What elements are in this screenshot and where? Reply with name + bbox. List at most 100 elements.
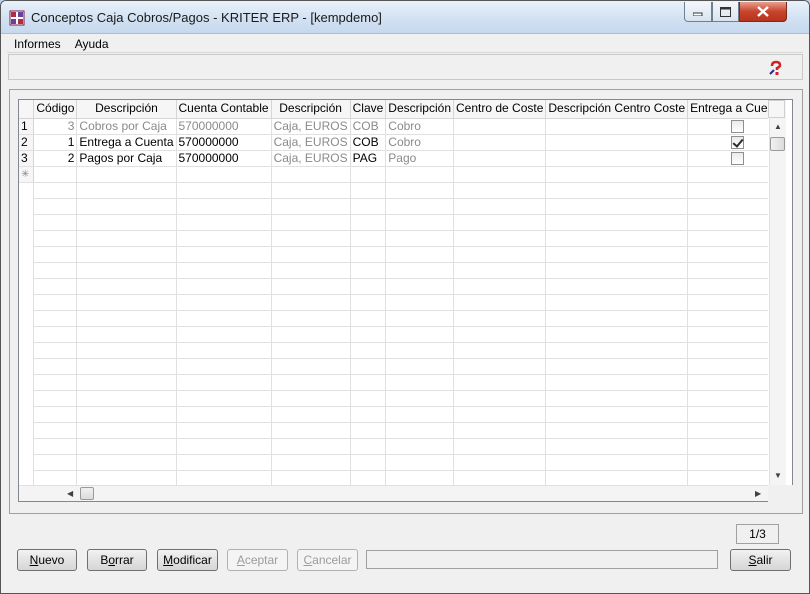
scroll-up-icon[interactable]: ▲ (774, 122, 782, 131)
aceptar-button[interactable]: Aceptar (227, 549, 288, 571)
modificar-button[interactable]: Modificar (157, 549, 218, 571)
empty-cell (687, 406, 768, 423)
empty-cell (33, 422, 78, 439)
cell-cuenta-contable[interactable]: 570000000 (176, 118, 272, 135)
empty-cell (350, 246, 387, 263)
cell-codigo[interactable]: 3 (33, 118, 78, 135)
empty-cell (453, 214, 547, 231)
minimize-button[interactable] (684, 2, 712, 22)
cell-centro-coste[interactable] (453, 150, 547, 167)
empty-cell (271, 326, 351, 343)
horizontal-scroll-thumb[interactable] (80, 487, 94, 500)
cell-descripcion-cuenta[interactable]: Caja, EUROS (271, 150, 351, 167)
col-header-descripcion-centro[interactable]: Descripción Centro Coste (545, 100, 689, 119)
title-bar[interactable]: Conceptos Caja Cobros/Pagos - KRITER ERP… (1, 1, 809, 34)
empty-cell (385, 294, 454, 311)
cell-codigo[interactable]: 1 (33, 134, 78, 151)
cell-codigo[interactable]: 2 (33, 150, 78, 167)
cell-descripcion-clave[interactable]: Cobro (385, 118, 454, 135)
cell-descripcion-centro[interactable] (545, 118, 689, 135)
cell-descripcion-centro[interactable] (545, 134, 689, 151)
col-header-centro-coste[interactable]: Centro de Coste (453, 100, 547, 119)
col-header-clave[interactable]: Clave (350, 100, 387, 119)
empty-cell (176, 246, 272, 263)
empty-cell (687, 438, 768, 455)
borrar-button[interactable]: Borrar (87, 549, 147, 571)
empty-cell (385, 326, 454, 343)
cell-descripcion-cuenta[interactable]: Caja, EUROS (271, 134, 351, 151)
horizontal-scrollbar[interactable]: ◀ ▶ (19, 485, 768, 501)
cell-descripcion-cuenta[interactable]: Caja, EUROS (271, 118, 351, 135)
nuevo-button[interactable]: Nuevo (17, 549, 77, 571)
empty-cell (687, 470, 768, 485)
salir-button[interactable]: Salir (730, 549, 791, 571)
empty-cell (545, 246, 689, 263)
cell-centro-coste[interactable] (453, 118, 547, 135)
cell-descripcion-clave[interactable]: Cobro (385, 134, 454, 151)
cell-entrega-cuenta[interactable] (687, 134, 768, 151)
empty-cell (453, 438, 547, 455)
maximize-button[interactable] (712, 2, 739, 22)
col-header-descripcion-cuenta[interactable]: Descripción (271, 100, 351, 119)
close-button[interactable] (739, 2, 787, 22)
table-row[interactable]: 1▶3Cobros por Caja570000000Caja, EUROSCO… (19, 118, 768, 135)
cell-cuenta-contable[interactable]: 570000000 (176, 150, 272, 167)
empty-cell (687, 390, 768, 407)
empty-cell (350, 358, 387, 375)
cell-descripcion-centro[interactable] (545, 150, 689, 167)
menu-ayuda[interactable]: Ayuda (68, 35, 116, 53)
empty-cell (271, 230, 351, 247)
cell-entrega-cuenta[interactable] (687, 118, 768, 135)
col-header-cuenta-contable[interactable]: Cuenta Contable (176, 100, 272, 119)
cell-clave[interactable]: PAG (350, 150, 387, 167)
col-header-entrega-cuenta[interactable]: Entrega a Cuenta (687, 100, 768, 119)
table-row[interactable]: 2 1 Entrega a Cuenta 570000000 Caja, EUROS CO… (19, 134, 768, 151)
col-header-codigo[interactable]: Código (33, 100, 78, 119)
entrega-checkbox[interactable] (730, 151, 744, 165)
cell-descripcion[interactable]: Cobros por Caja (76, 118, 177, 135)
empty-cell (385, 310, 454, 327)
empty-cell (545, 342, 689, 359)
cancelar-button[interactable]: Cancelar (297, 549, 358, 571)
table-row[interactable]: 3 2 Pagos por Caja 570000000 Caja, EUROS PAG P… (19, 150, 768, 167)
vertical-scroll-thumb[interactable] (770, 137, 785, 151)
vertical-scrollbar[interactable]: ▲ ▼ (768, 100, 786, 485)
entrega-checkbox[interactable] (730, 119, 744, 133)
empty-cell (176, 310, 272, 327)
empty-cell (176, 294, 272, 311)
empty-rowhdr (19, 230, 35, 246)
empty-rowhdr (19, 422, 35, 438)
cell-centro-coste[interactable] (453, 134, 547, 151)
menu-informes[interactable]: Informes (7, 35, 68, 53)
scrollbar-header-cap (768, 100, 785, 118)
empty-cell (176, 342, 272, 359)
empty-cell (687, 278, 768, 295)
empty-cell (453, 374, 547, 391)
scroll-right-icon[interactable]: ▶ (755, 489, 761, 498)
concepts-grid[interactable]: Código Descripción Cuenta Contable Descr… (18, 99, 793, 502)
scroll-left-icon[interactable]: ◀ (67, 489, 73, 498)
new-row[interactable]: ✳ (19, 166, 768, 183)
empty-cell (545, 406, 689, 423)
cell-descripcion[interactable]: Pagos por Caja (76, 150, 177, 167)
empty-cell (33, 214, 78, 231)
entrega-checkbox[interactable] (730, 135, 744, 149)
empty-cell (545, 230, 689, 247)
empty-cell (176, 214, 272, 231)
help-icon[interactable] (768, 60, 784, 76)
empty-cell (545, 166, 689, 183)
col-header-descripcion[interactable]: Descripción (76, 100, 177, 119)
cell-descripcion[interactable]: Entrega a Cuenta (76, 134, 177, 151)
empty-cell (545, 326, 689, 343)
cell-clave[interactable]: COB (350, 118, 387, 135)
cell-cuenta-contable[interactable]: 570000000 (176, 134, 272, 151)
empty-row (19, 214, 768, 231)
scroll-down-icon[interactable]: ▼ (774, 471, 782, 480)
cell-entrega-cuenta[interactable] (687, 150, 768, 167)
col-header-descripcion-clave[interactable]: Descripción (385, 100, 454, 119)
cell-descripcion-clave[interactable]: Pago (385, 150, 454, 167)
empty-cell (350, 198, 387, 215)
maximize-icon (720, 6, 731, 17)
empty-cell (76, 326, 177, 343)
cell-clave[interactable]: COB (350, 134, 387, 151)
